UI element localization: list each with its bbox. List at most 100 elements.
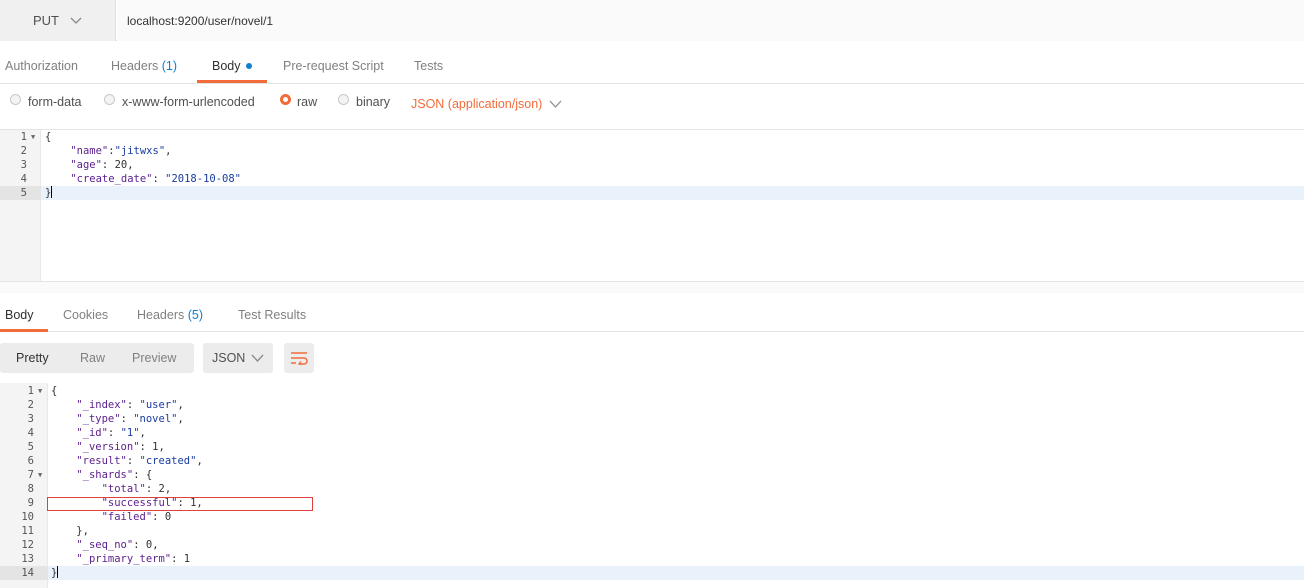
format-label: JSON <box>212 351 246 365</box>
request-tabs: Authorization Headers (1) Body Pre-reque… <box>0 41 1304 84</box>
code-line: 3 "_type": "novel", <box>0 412 1304 426</box>
code-text: "name":"jitwxs", <box>70 145 172 157</box>
code-text: "result": "created", <box>76 455 203 467</box>
radio-label-form-data: form-data <box>28 95 82 109</box>
tab-authorization[interactable]: Authorization <box>5 59 78 73</box>
active-tab-indicator <box>197 80 267 83</box>
tab-test-results[interactable]: Test Results <box>238 308 306 322</box>
code-line: 4 "_id": "1", <box>0 426 1304 440</box>
tab-count: (5) <box>187 308 204 322</box>
fold-arrow-icon[interactable]: ▼ <box>38 468 42 482</box>
code-line-current: 14 } <box>0 566 1304 580</box>
active-tab-indicator <box>0 329 48 332</box>
text-cursor <box>57 566 59 578</box>
code-text: } <box>51 566 59 579</box>
code-line: 3 "age": 20, <box>0 158 1304 172</box>
line-number: 3 <box>27 413 34 425</box>
modified-dot-icon <box>245 63 252 69</box>
response-tabs: Body Cookies Headers (5) Test Results <box>0 293 1304 332</box>
tab-body[interactable]: Body <box>212 59 252 73</box>
code-text: { <box>45 131 52 143</box>
annotation-highlight-box <box>47 497 313 511</box>
radio-label-x-www-form-urlencoded: x-www-form-urlencoded <box>122 95 255 109</box>
wrap-lines-button[interactable] <box>284 343 314 373</box>
code-text: "_id": "1", <box>76 427 146 439</box>
code-line: 5 "_version": 1, <box>0 440 1304 454</box>
radio-x-www-form-urlencoded[interactable] <box>104 94 115 105</box>
tab-pre-request-script[interactable]: Pre-request Script <box>283 59 384 73</box>
code-text: "_index": "user", <box>76 399 184 411</box>
code-text: } <box>45 186 53 199</box>
line-number: 2 <box>27 399 34 411</box>
line-number: 5 <box>0 186 41 200</box>
code-text: "failed": 0 <box>101 511 172 523</box>
chevron-down-icon[interactable] <box>549 98 562 110</box>
fold-arrow-icon[interactable]: ▼ <box>31 130 35 144</box>
line-number: 8 <box>27 483 34 495</box>
line-number: 12 <box>21 539 34 551</box>
request-body-editor[interactable]: 1 ▼ { 2 "name":"jitwxs", 3 "age": 20, 4 … <box>0 130 1304 281</box>
code-text: "_version": 1, <box>76 441 165 453</box>
tab-label: Test Results <box>238 308 307 322</box>
view-mode-pretty[interactable]: Pretty <box>16 351 49 365</box>
radio-binary[interactable] <box>338 94 349 105</box>
request-url-bar: PUT <box>0 0 1304 41</box>
code-line: 13 "_primary_term": 1 <box>0 552 1304 566</box>
line-number: 9 <box>27 497 34 509</box>
tab-label: Body <box>5 308 34 322</box>
code-text: "create_date": "2018-10-08" <box>70 173 241 185</box>
tab-headers[interactable]: Headers (1) <box>111 59 177 73</box>
code-line: 2 "_index": "user", <box>0 398 1304 412</box>
line-number: 4 <box>20 173 27 185</box>
code-text: }, <box>51 525 89 537</box>
line-number: 2 <box>20 145 27 157</box>
line-number: 10 <box>21 511 34 523</box>
code-line: 6 "result": "created", <box>0 454 1304 468</box>
radio-label-binary: binary <box>356 95 391 109</box>
tab-tests[interactable]: Tests <box>414 59 443 73</box>
tab-response-body[interactable]: Body <box>5 308 34 322</box>
view-mode-raw[interactable]: Raw <box>80 351 105 365</box>
tab-cookies[interactable]: Cookies <box>63 308 108 322</box>
code-line: 10 "failed": 0 <box>0 510 1304 524</box>
radio-raw[interactable] <box>280 94 291 105</box>
chevron-down-icon <box>70 17 82 24</box>
response-body-viewer[interactable]: 1 ▼ { 2 "_index": "user", 3 "_type": "no… <box>0 383 1304 588</box>
code-line-current: 5 } <box>0 186 1304 200</box>
format-dropdown[interactable]: JSON <box>203 343 273 373</box>
line-number: 3 <box>20 159 27 171</box>
line-number: 4 <box>27 427 34 439</box>
wrap-lines-icon <box>291 352 308 365</box>
tab-label: Tests <box>414 59 444 73</box>
line-number: 11 <box>21 525 34 537</box>
tab-label: Pre-request Script <box>283 59 384 73</box>
code-text: "_primary_term": 1 <box>76 553 191 565</box>
content-type-select[interactable]: JSON (application/json) <box>411 97 542 111</box>
radio-form-data[interactable] <box>10 94 21 105</box>
line-number: 1 <box>27 385 34 397</box>
code-line: 4 "create_date": "2018-10-08" <box>0 172 1304 186</box>
code-text: "_seq_no": 0, <box>76 539 159 551</box>
line-number: 14 <box>0 566 48 580</box>
tab-response-headers[interactable]: Headers (5) <box>137 308 203 322</box>
code-text: "_type": "novel", <box>76 413 184 425</box>
response-toolbar: Pretty Raw Preview JSON <box>0 333 1304 383</box>
view-mode-preview[interactable]: Preview <box>132 351 176 365</box>
code-text: { <box>51 385 58 397</box>
code-line: 7 ▼ "_shards": { <box>0 468 1304 482</box>
code-line: 1 ▼ { <box>0 384 1304 398</box>
tab-label: Headers <box>111 59 159 73</box>
method-dropdown[interactable]: PUT <box>0 0 116 41</box>
method-label: PUT <box>33 13 59 28</box>
url-input[interactable] <box>117 0 1304 41</box>
radio-label-raw: raw <box>297 95 318 109</box>
pane-divider[interactable] <box>0 281 1304 293</box>
code-line: 11 }, <box>0 524 1304 538</box>
line-number: 1 <box>20 131 27 143</box>
fold-arrow-icon[interactable]: ▼ <box>38 384 42 398</box>
tab-label: Authorization <box>5 59 78 73</box>
line-number: 7 <box>27 469 34 481</box>
text-cursor <box>51 186 53 198</box>
code-line: 1 ▼ { <box>0 130 1304 144</box>
tab-label: Cookies <box>63 308 109 322</box>
